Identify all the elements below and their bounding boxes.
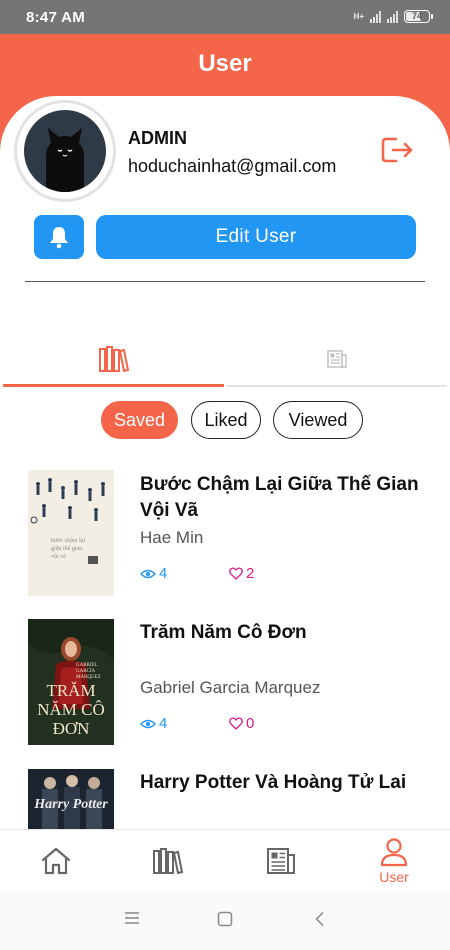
user-icon <box>380 838 408 867</box>
bottom-navigation: User <box>0 829 450 891</box>
avatar[interactable] <box>14 100 116 202</box>
heart-icon <box>229 567 243 580</box>
status-time: 8:47 AM <box>26 9 86 26</box>
eye-icon <box>140 569 156 578</box>
menu-icon <box>125 912 139 924</box>
books-icon <box>98 346 129 373</box>
view-count: 4 <box>140 565 167 582</box>
network-type-label: H+ <box>353 12 364 21</box>
status-bar: 8:47 AM H+ 74 <box>0 0 450 34</box>
book-author: Gabriel Garcia Marquez <box>140 678 321 697</box>
book-cover: bước chậm lại giữa thế gian vội vã <box>28 470 114 596</box>
profile-divider <box>25 281 425 282</box>
signal-icon-2 <box>387 10 398 23</box>
newspaper-icon <box>326 350 347 368</box>
cat-avatar-icon <box>24 110 106 192</box>
book-title: Bước Chậm Lại Giữa Thế Gian Vội Vã <box>140 474 419 521</box>
eye-icon <box>140 719 156 728</box>
book-cover: GABRIEL GARCÍA MÁRQUEZ TRĂM NĂM CÔ ĐƠN <box>28 619 114 745</box>
book-item[interactable]: Harry Potter Harry Potter Và Hoàng Tử La… <box>0 769 450 829</box>
tab-articles[interactable] <box>226 330 447 388</box>
book-title: Trăm Năm Cô Đơn <box>140 622 307 643</box>
svg-text:vội vã: vội vã <box>51 554 66 560</box>
system-back-button[interactable] <box>314 911 326 932</box>
book-author: Hae Min <box>140 528 204 547</box>
edit-user-button[interactable]: Edit User <box>96 215 416 259</box>
home-icon <box>41 847 71 875</box>
view-count: 4 <box>140 715 167 732</box>
svg-text:giữa thế gian: giữa thế gian <box>51 545 82 552</box>
book-item[interactable]: GABRIEL GARCÍA MÁRQUEZ TRĂM NĂM CÔ ĐƠN T… <box>0 619 450 769</box>
nav-user[interactable]: User <box>338 830 450 892</box>
cover-title-text: TRĂM NĂM CÔ ĐƠN <box>37 681 105 738</box>
like-count: 2 <box>229 565 254 582</box>
profile-email: hoduchainhat@gmail.com <box>128 156 337 176</box>
back-icon <box>315 911 324 927</box>
nav-home[interactable] <box>0 830 112 892</box>
system-navigation-bar <box>0 891 450 950</box>
heart-icon <box>229 717 243 730</box>
logout-icon <box>381 137 413 163</box>
filter-liked[interactable]: Liked <box>191 401 261 439</box>
filter-saved[interactable]: Saved <box>101 401 178 439</box>
like-count: 0 <box>229 715 254 732</box>
book-item[interactable]: bước chậm lại giữa thế gian vội vã Bước … <box>0 469 450 619</box>
book-cover: Harry Potter <box>28 769 114 829</box>
battery-level: 74 <box>411 11 422 21</box>
battery-icon: 74 <box>404 10 433 23</box>
profile-name: ADMIN <box>128 128 187 148</box>
tab-indicator-inactive <box>226 385 447 387</box>
like-count-value: 0 <box>246 715 255 732</box>
nav-library[interactable] <box>112 830 224 892</box>
system-home-button[interactable] <box>217 911 233 932</box>
tab-indicator-active <box>3 384 224 387</box>
svg-text:bước chậm lại: bước chậm lại <box>51 538 85 544</box>
bell-icon <box>50 227 68 249</box>
signal-icon <box>370 10 381 23</box>
newspaper-icon <box>267 848 295 874</box>
filter-viewed[interactable]: Viewed <box>273 401 363 439</box>
book-title: Harry Potter Và Hoàng Tử Lai <box>140 772 407 793</box>
tab-library[interactable] <box>3 330 224 388</box>
nav-articles[interactable] <box>225 830 337 892</box>
view-count-value: 4 <box>159 715 168 732</box>
page-title: User <box>198 50 252 77</box>
books-icon <box>153 848 184 875</box>
cover-title-text: Harry Potter <box>34 797 108 812</box>
status-icons: H+ 74 <box>353 10 433 23</box>
logout-button[interactable] <box>380 134 414 166</box>
nav-user-label: User <box>379 869 409 885</box>
square-icon <box>217 911 233 927</box>
notification-button[interactable] <box>34 215 84 259</box>
like-count-value: 2 <box>246 565 255 582</box>
system-menu-button[interactable] <box>124 911 140 930</box>
view-count-value: 4 <box>159 565 168 582</box>
cover-author-text: GABRIEL GARCÍA MÁRQUEZ <box>76 663 101 680</box>
